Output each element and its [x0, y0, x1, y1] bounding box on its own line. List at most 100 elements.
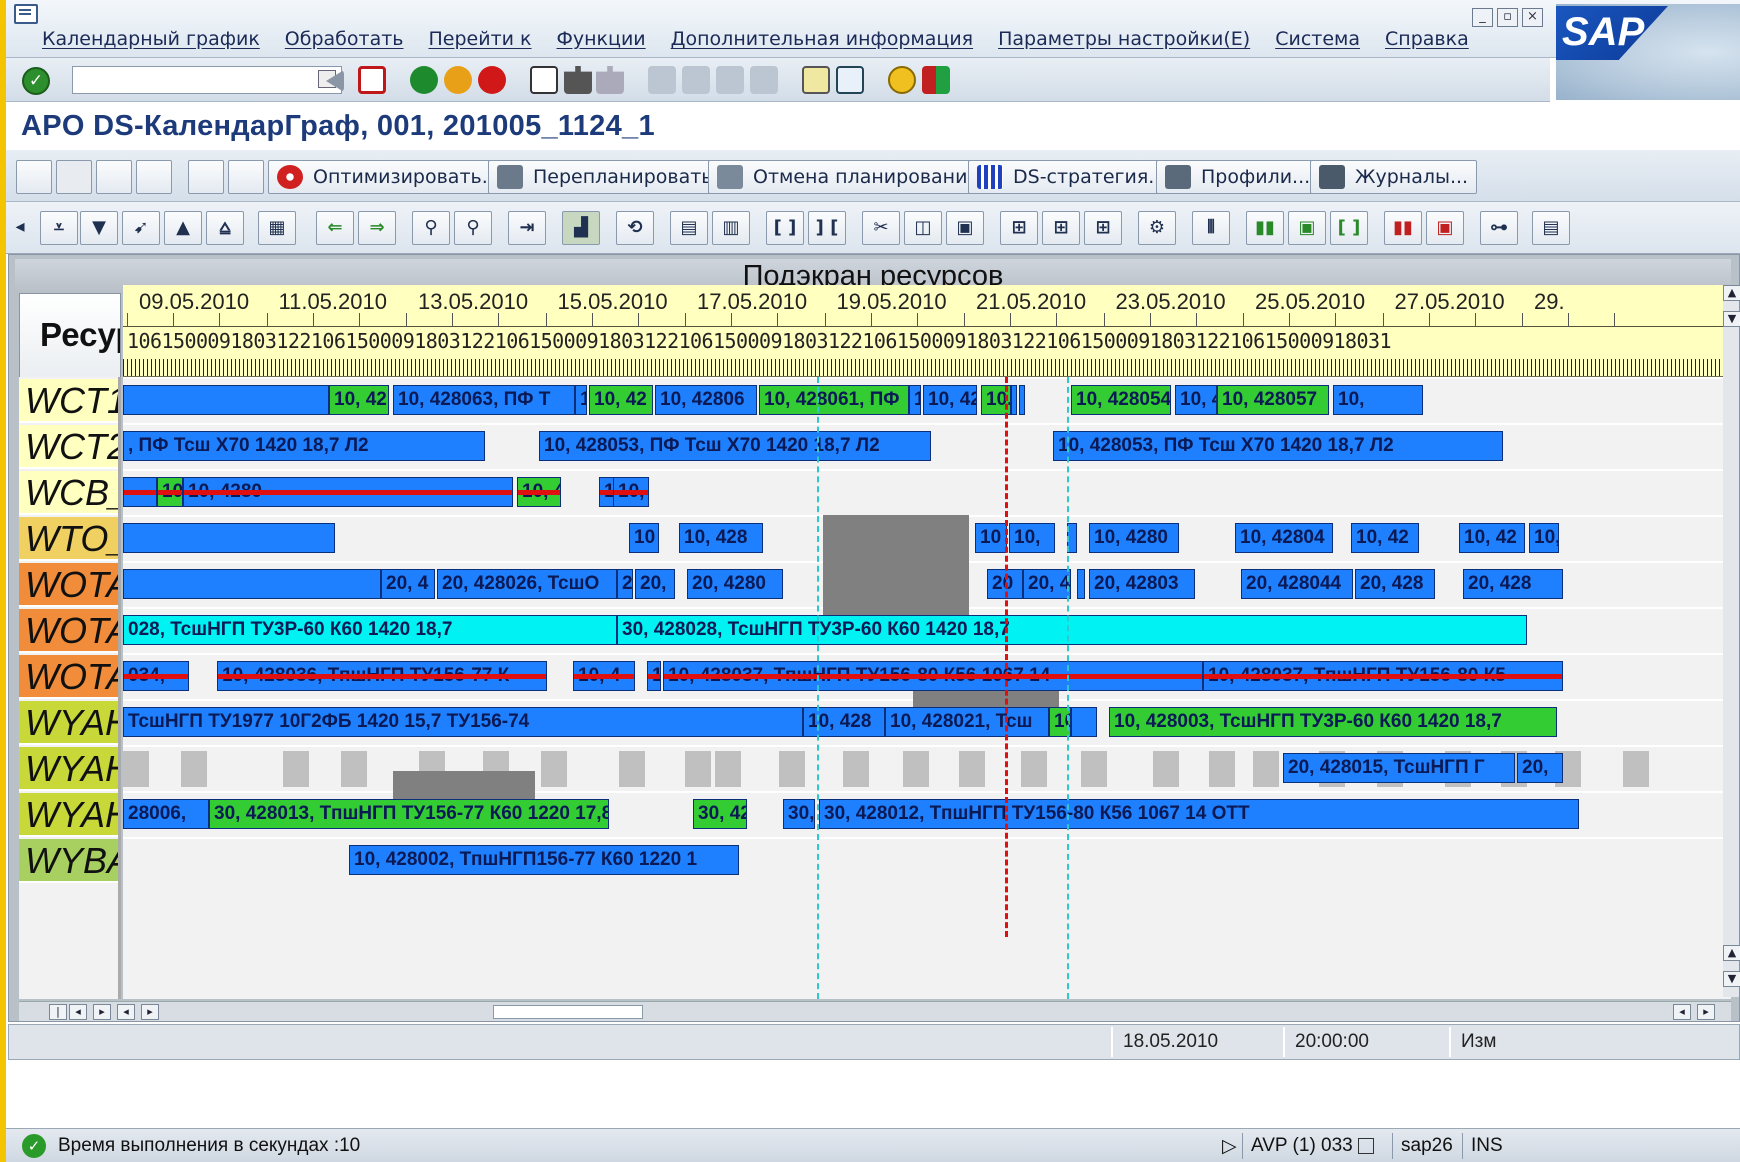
- ds-strategy-button[interactable]: DS-стратегия...: [968, 160, 1176, 194]
- close-icon[interactable]: ×: [1522, 8, 1543, 27]
- help-icon[interactable]: [888, 66, 916, 94]
- system-menu-icon[interactable]: [14, 4, 38, 24]
- menu-item-extras[interactable]: Дополнительная информация: [671, 28, 973, 50]
- filter-icon[interactable]: ⚲: [412, 211, 450, 245]
- order-bar[interactable]: 10, 428053, ПФ Тсш Х70 1420 18,7 Л2: [1053, 431, 1503, 461]
- horizontal-scrollbar[interactable]: | ◂ ▸ ◂ ▸ ◂ ▸: [19, 1001, 1731, 1021]
- order-bar[interactable]: 20, 4280: [687, 569, 783, 599]
- first-page-icon[interactable]: [648, 66, 676, 94]
- scroll-next-icon[interactable]: ▸: [93, 1004, 111, 1020]
- order-bar[interactable]: 10, 428021, Тсш: [885, 707, 1049, 737]
- order-bar[interactable]: 10, 428050, ПФ Тпш К56 1067 14 Л3: [613, 477, 649, 507]
- menu-item-calendar[interactable]: Календарный график: [42, 28, 260, 50]
- order-bar[interactable]: 10, 428: [1175, 385, 1217, 415]
- sort-up-icon[interactable]: ⩠: [206, 211, 244, 245]
- select-pointer-icon[interactable]: ➹: [122, 211, 160, 245]
- red-frame-icon[interactable]: ▣: [1426, 211, 1464, 245]
- next-page-icon[interactable]: [716, 66, 744, 94]
- order-bar[interactable]: 10, 428: [803, 707, 885, 737]
- deschedule-button[interactable]: Отмена планирования: [708, 160, 988, 194]
- order-bar[interactable]: 10, 4280: [183, 477, 513, 507]
- order-bar[interactable]: 10, 428054, ПФ: [1071, 385, 1171, 415]
- order-bar[interactable]: [123, 477, 157, 507]
- scroll-left-icon[interactable]: ◂: [117, 1004, 135, 1020]
- order-bar[interactable]: 10, 42804: [1235, 523, 1333, 553]
- order-bar[interactable]: 10, 428036, ТпшНГП ТУ156-77 К: [217, 661, 547, 691]
- cycle-icon[interactable]: ⟲: [616, 211, 654, 245]
- resource-cell[interactable]: WYAH: [19, 793, 118, 837]
- tools-icon[interactable]: [228, 160, 264, 194]
- bracket-close-icon[interactable]: ] [: [808, 211, 846, 245]
- order-bar[interactable]: 1: [575, 385, 587, 415]
- replan-button[interactable]: Перепланировать: [488, 160, 722, 194]
- scroll-first-icon[interactable]: |: [49, 1004, 67, 1020]
- cancel-icon[interactable]: [478, 66, 506, 94]
- order-bar[interactable]: 10, 42: [923, 385, 977, 415]
- alerts-icon[interactable]: [188, 160, 224, 194]
- find-next-icon[interactable]: [596, 66, 624, 94]
- order-bar[interactable]: 10, 42: [329, 385, 389, 415]
- expand-status-icon[interactable]: ▷: [1214, 1133, 1237, 1159]
- scroll-thumb[interactable]: [493, 1005, 643, 1019]
- order-bar[interactable]: [123, 385, 329, 415]
- settings-icon[interactable]: ⚙: [1138, 211, 1176, 245]
- order-bar[interactable]: 10,: [1529, 523, 1559, 553]
- system-list-icon[interactable]: [1358, 1137, 1375, 1154]
- logs-button[interactable]: Журналы...: [1310, 160, 1478, 194]
- table-icon[interactable]: ▦: [258, 211, 296, 245]
- refresh-icon[interactable]: [16, 160, 52, 194]
- scroll-up-icon[interactable]: ▲: [1723, 285, 1740, 301]
- layout-icon[interactable]: ▣: [946, 211, 984, 245]
- menu-item-settings[interactable]: Параметры настройки(E): [998, 28, 1250, 50]
- overview-icon[interactable]: [96, 160, 132, 194]
- order-bar[interactable]: [123, 523, 335, 553]
- order-bar[interactable]: 028, ТсшНГП ТУ3Р-60 К60 1420 18,7: [123, 615, 617, 645]
- system-info[interactable]: AVP (1) 033: [1242, 1133, 1392, 1159]
- order-bar[interactable]: 10,: [909, 385, 921, 415]
- order-bar[interactable]: 2: [617, 569, 633, 599]
- arrow-right-icon[interactable]: ⇒: [358, 211, 396, 245]
- order-bar[interactable]: 30, 428012, ТпшНГП ТУ156-80 К56 1067 14 …: [819, 799, 1579, 829]
- previous-page-icon[interactable]: [682, 66, 710, 94]
- order-bar[interactable]: 10, 4: [573, 661, 635, 691]
- red-bars-icon[interactable]: ▮▮: [1384, 211, 1422, 245]
- order-bar[interactable]: 20, 428015, ТсшНГП Г: [1283, 753, 1515, 783]
- resource-cell[interactable]: WCB_: [19, 471, 118, 515]
- resource-column-header[interactable]: Ресурсы: [19, 293, 121, 389]
- maximize-icon[interactable]: ▫: [1497, 8, 1518, 27]
- new-session-icon[interactable]: [802, 66, 830, 94]
- save-icon[interactable]: [358, 66, 386, 94]
- resource-cell[interactable]: WYBA: [19, 839, 118, 883]
- order-bar[interactable]: [1077, 569, 1085, 599]
- move-up-icon[interactable]: ▲: [164, 211, 202, 245]
- order-bar[interactable]: 10: [975, 523, 1007, 553]
- network-icon[interactable]: ⊞: [1000, 211, 1038, 245]
- print-icon[interactable]: [530, 66, 558, 94]
- move-down-icon[interactable]: ▼: [80, 211, 118, 245]
- chart-icon[interactable]: ▟: [562, 211, 600, 245]
- scroll-right-icon[interactable]: ▸: [141, 1004, 159, 1020]
- order-bar[interactable]: 20, 4: [381, 569, 435, 599]
- order-bar[interactable]: 10, 42: [589, 385, 653, 415]
- scroll-left-icon[interactable]: ◂: [10, 211, 30, 245]
- hierarchy-icon[interactable]: ⊶: [1480, 211, 1518, 245]
- order-bar[interactable]: 10, 428051, ТПш К60 1220 17,8: [157, 477, 183, 507]
- order-bar[interactable]: , ПФ Тсш Х70 1420 18,7 Л2: [123, 431, 485, 461]
- more-icon[interactable]: ▤: [1532, 211, 1570, 245]
- order-bar[interactable]: 10, 428061, ПФ: [759, 385, 909, 415]
- order-bar[interactable]: 20, 428: [1355, 569, 1435, 599]
- order-bar[interactable]: 20, 428: [1463, 569, 1563, 599]
- scroll-end-right-icon[interactable]: ▸: [1697, 1004, 1715, 1020]
- network-remove-icon[interactable]: ⊞: [1084, 211, 1122, 245]
- filter-user-icon[interactable]: ⚲: [454, 211, 492, 245]
- optimize-button[interactable]: Оптимизировать...: [268, 160, 509, 194]
- order-bar[interactable]: [123, 569, 381, 599]
- order-bar[interactable]: 10, 42: [1459, 523, 1525, 553]
- resource-cell[interactable]: WOTA: [19, 609, 118, 653]
- profiles-button[interactable]: Профили...: [1156, 160, 1320, 194]
- order-bar[interactable]: 30, 4280: [693, 799, 747, 829]
- order-bar[interactable]: 20, 428044: [1241, 569, 1353, 599]
- network-add-icon[interactable]: ⊞: [1042, 211, 1080, 245]
- scroll-down-bottom-icon[interactable]: ▼: [1723, 971, 1740, 987]
- back-icon[interactable]: [410, 66, 438, 94]
